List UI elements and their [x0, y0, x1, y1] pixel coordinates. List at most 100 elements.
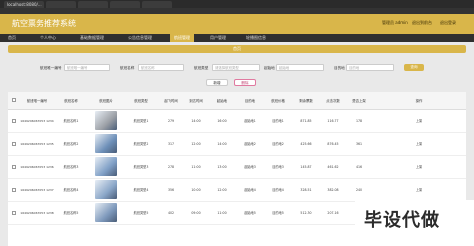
header-select-all[interactable]	[8, 92, 20, 110]
seats-cell: 382.08	[320, 178, 346, 202]
flight-no-cell: 356	[158, 178, 184, 202]
table-header-row: 航班唯一编号 航班名称 航班图片 航班类型 起飞时间 到达时间 起始地 目的地 …	[8, 92, 466, 110]
column-header: 航班唯一编号	[20, 92, 54, 110]
browser-tab[interactable]	[110, 1, 140, 8]
column-header: 到达时间	[184, 92, 208, 110]
main-nav: 首页 个人中心 基础数据管理 公告信息管理 航班管理 用户管理 轮播图信息	[0, 34, 474, 42]
from-cell: 起始地2	[236, 132, 264, 156]
table-row: 1649296067053 1234 航班名称1 航班类型1 279 14:00 16:0…	[8, 109, 466, 133]
search-label-to: 目的地	[334, 66, 345, 70]
flight-no-cell: 278	[158, 155, 184, 179]
browser-tab-strip: localhost:8080/...	[0, 0, 474, 8]
flight-image-cell	[88, 132, 124, 156]
flight-no-cell: 279	[158, 109, 184, 133]
column-header: 航班名称	[54, 92, 88, 110]
flight-no-cell: 317	[158, 132, 184, 156]
search-label-from: 起始地	[264, 66, 275, 70]
flight-name-cell: 航班名称1	[54, 109, 88, 133]
nav-item-flights[interactable]: 航班管理	[170, 34, 194, 42]
to-cell: 目的地4	[264, 178, 292, 202]
seats-cell: 461.62	[320, 155, 346, 179]
search-input-name[interactable]: 航班名称	[138, 64, 184, 71]
arrival-cell: 14:00	[208, 132, 236, 156]
flight-no-cell: 402	[158, 201, 184, 225]
status-cell: 上架	[372, 155, 466, 179]
departure-cell: 14:00	[184, 109, 208, 133]
flight-name-cell: 航班名称4	[54, 178, 88, 202]
browser-tab[interactable]	[142, 1, 172, 8]
batch-delete-button[interactable]: 删除	[234, 79, 256, 86]
seats-cell: 207.16	[320, 201, 346, 225]
status-cell: 上架	[372, 132, 466, 156]
flight-image-cell	[88, 109, 124, 133]
clicks-cell: 240	[346, 178, 372, 202]
column-header: 航班价格	[264, 92, 292, 110]
flight-image	[95, 157, 117, 176]
price-cell: 425.66	[292, 132, 320, 156]
search-input-from[interactable]: 起始地	[276, 64, 324, 71]
from-cell: 起始地3	[236, 155, 264, 179]
flight-image	[95, 111, 117, 130]
nav-item-users[interactable]: 用户管理	[206, 34, 230, 42]
seats-cell: 116.77	[320, 109, 346, 133]
watermark: 毕设代做	[364, 210, 440, 231]
price-cell: 512.30	[292, 201, 320, 225]
flight-name-cell: 航班名称2	[54, 132, 88, 156]
nav-item-carousel[interactable]: 轮播图信息	[242, 34, 270, 42]
table-row: 1649296067053 1235 航班名称2 航班类型2 317 12:00 14:0…	[8, 132, 466, 156]
status-cell: 上架	[372, 109, 466, 133]
row-checkbox[interactable]	[8, 109, 20, 133]
arrival-cell: 12:00	[208, 178, 236, 202]
flight-type-cell: 航班类型4	[124, 178, 158, 202]
front-link[interactable]: 退出到前台	[412, 20, 432, 26]
departure-cell: 09:00	[184, 201, 208, 225]
row-checkbox[interactable]	[8, 155, 20, 179]
departure-cell: 10:00	[184, 178, 208, 202]
price-cell: 871.85	[292, 109, 320, 133]
app-title: 航空票务推荐系统	[12, 19, 76, 28]
flight-name-cell: 航班名称3	[54, 155, 88, 179]
to-cell: 目的地3	[264, 155, 292, 179]
search-input-id[interactable]: 航班唯一编号	[64, 64, 110, 71]
column-header: 起飞时间	[158, 92, 184, 110]
browser-tab[interactable]: localhost:8080/...	[4, 1, 44, 8]
flight-id-cell: 1649296067053 1234	[20, 109, 54, 133]
row-checkbox[interactable]	[8, 201, 20, 225]
flight-id-cell: 1649296067053 1236	[20, 155, 54, 179]
add-button[interactable]: 新增	[206, 79, 228, 86]
nav-item-profile[interactable]: 个人中心	[36, 34, 60, 42]
nav-item-notice[interactable]: 公告信息管理	[124, 34, 156, 42]
breadcrumb[interactable]: 首页	[8, 46, 466, 52]
nav-item-base-data[interactable]: 基础数据管理	[76, 34, 108, 42]
flight-image-cell	[88, 178, 124, 202]
flight-image	[95, 203, 117, 222]
column-header: 航班类型	[124, 92, 158, 110]
nav-item-home[interactable]: 首页	[4, 34, 20, 42]
row-checkbox[interactable]	[8, 178, 20, 202]
browser-tab[interactable]	[46, 1, 76, 8]
column-header: 操作	[372, 92, 466, 110]
clicks-cell: 178	[346, 109, 372, 133]
flight-id-cell: 1649296067053 1237	[20, 178, 54, 202]
search-input-to[interactable]: 目的地	[346, 64, 394, 71]
price-cell: 145.87	[292, 155, 320, 179]
search-select-type[interactable]: 请选择航班类型	[212, 64, 260, 71]
row-checkbox[interactable]	[8, 132, 20, 156]
search-button[interactable]: 查询	[404, 64, 424, 71]
search-label-name: 航班名称	[120, 66, 135, 70]
seats-cell: 876.45	[320, 132, 346, 156]
logout-link[interactable]: 退出登录	[440, 20, 456, 26]
column-header: 起始地	[208, 92, 236, 110]
departure-cell: 12:00	[184, 132, 208, 156]
search-label-type: 航班类型	[194, 66, 209, 70]
flight-image	[95, 180, 117, 199]
flight-type-cell: 航班类型1	[124, 109, 158, 133]
flight-image-cell	[88, 155, 124, 179]
column-header: 点击次数	[320, 92, 346, 110]
browser-tab[interactable]	[78, 1, 108, 8]
table-row: 1649296067053 1236 航班名称3 航班类型3 278 11:00 13:0…	[8, 155, 466, 179]
from-cell: 起始地5	[236, 201, 264, 225]
from-cell: 起始地1	[236, 109, 264, 133]
table-row: 1649296067053 1237 航班名称4 航班类型4 356 10:00 12:0…	[8, 178, 466, 202]
flight-image-cell	[88, 201, 124, 225]
